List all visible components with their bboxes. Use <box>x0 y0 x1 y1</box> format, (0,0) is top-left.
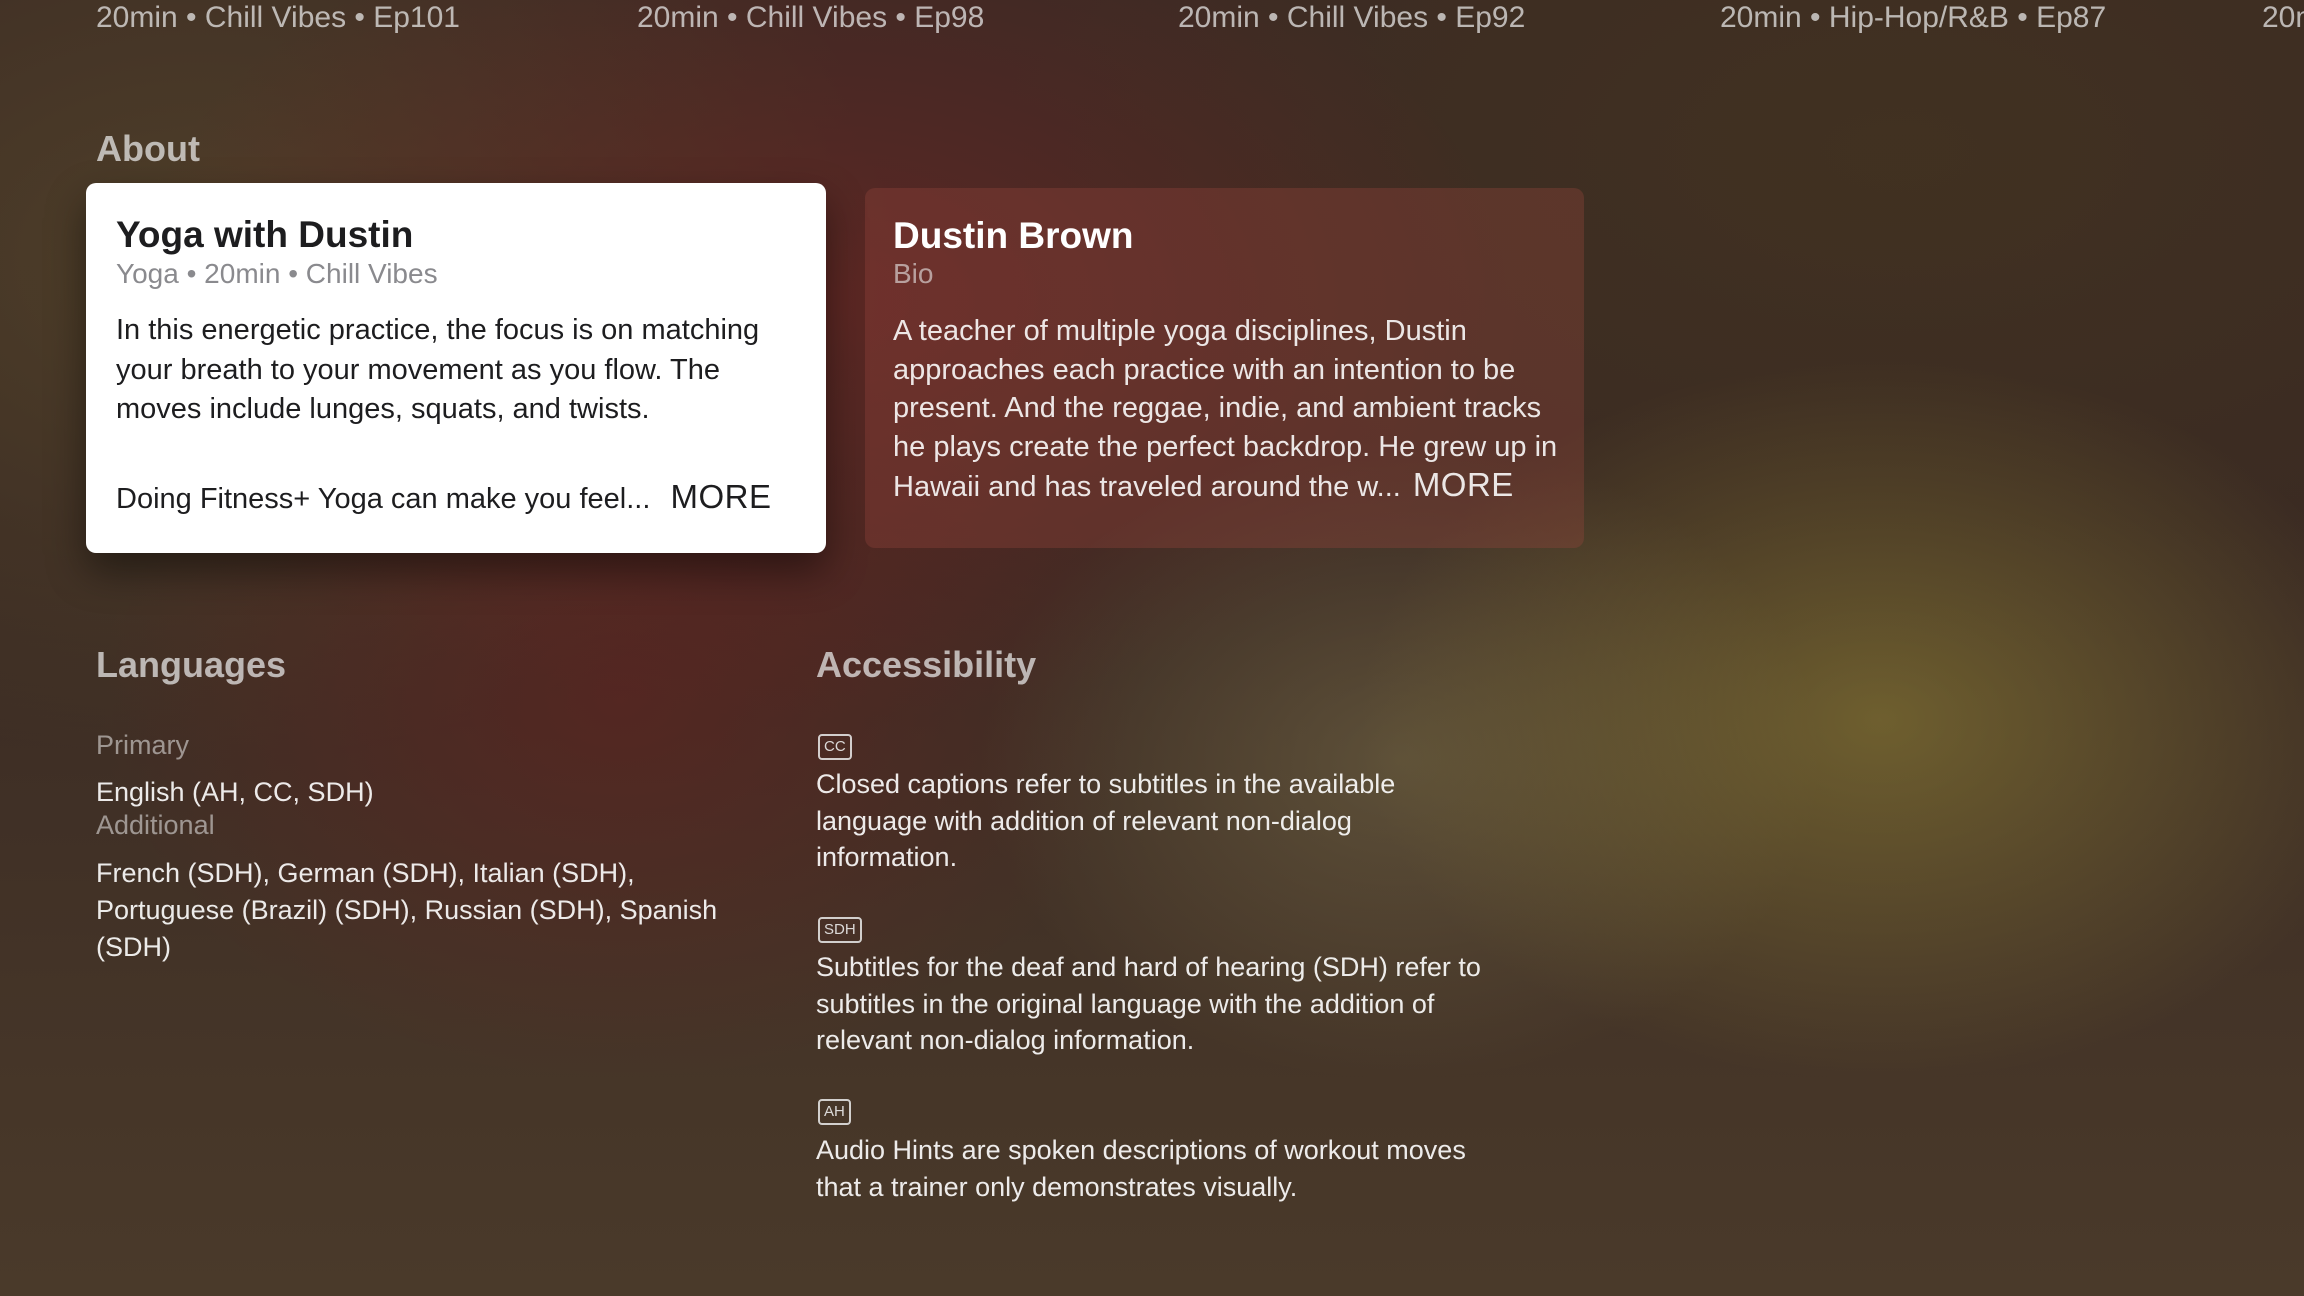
episode-meta[interactable]: 20min • Hip-Hop/R&B • Ep87 <box>1720 0 2106 36</box>
accessibility-section-title: Accessibility <box>816 644 1037 685</box>
workout-about-card[interactable]: Yoga with Dustin Yoga • 20min • Chill Vi… <box>86 183 826 553</box>
additional-languages-value: French (SDH), German (SDH), Italian (SDH… <box>96 858 718 962</box>
sdh-description: Subtitles for the deaf and hard of heari… <box>816 952 1481 1055</box>
closed-captions-description: Closed captions refer to subtitles in th… <box>816 769 1396 872</box>
trainer-name: Dustin Brown <box>893 215 1134 256</box>
trainer-bio-card[interactable]: Dustin Brown Bio A teacher of multiple y… <box>865 188 1584 548</box>
trainer-bio-label: Bio <box>893 258 934 289</box>
episode-meta[interactable]: 20min • Chill Vibes • Ep98 <box>637 0 984 36</box>
trainer-more-button[interactable]: MORE <box>1413 466 1514 503</box>
episode-shelf: 20min • Chill Vibes • Ep101 20min • Chil… <box>0 0 2304 40</box>
workout-more-button[interactable]: MORE <box>670 478 771 515</box>
audio-hints-description: Audio Hints are spoken descriptions of w… <box>816 1135 1466 1202</box>
episode-meta[interactable]: 20min • Chill Vibes • Ep101 <box>96 0 460 36</box>
primary-language-value: English (AH, CC, SDH) <box>96 777 374 807</box>
workout-description-truncated: Doing Fitness+ Yoga can make you feel... <box>116 483 651 515</box>
about-section-title: About <box>96 128 200 169</box>
additional-languages-label: Additional <box>96 810 215 840</box>
languages-section-title: Languages <box>96 644 287 685</box>
primary-language-label: Primary <box>96 730 189 760</box>
trainer-bio-text: A teacher of multiple yoga disciplines, … <box>893 312 1573 507</box>
closed-captions-icon: CC <box>818 734 852 760</box>
workout-title: Yoga with Dustin <box>116 214 414 255</box>
workout-description: In this energetic practice, the focus is… <box>116 314 760 425</box>
workout-description-continued: Doing Fitness+ Yoga can make you feel...… <box>116 477 771 519</box>
audio-hints-icon: AH <box>818 1099 851 1125</box>
episode-meta[interactable]: 20min • Chill Vibes • Ep92 <box>1178 0 1525 36</box>
sdh-icon: SDH <box>818 917 862 943</box>
workout-subtitle: Yoga • 20min • Chill Vibes <box>116 258 438 289</box>
episode-meta[interactable]: 20min <box>2262 0 2304 36</box>
